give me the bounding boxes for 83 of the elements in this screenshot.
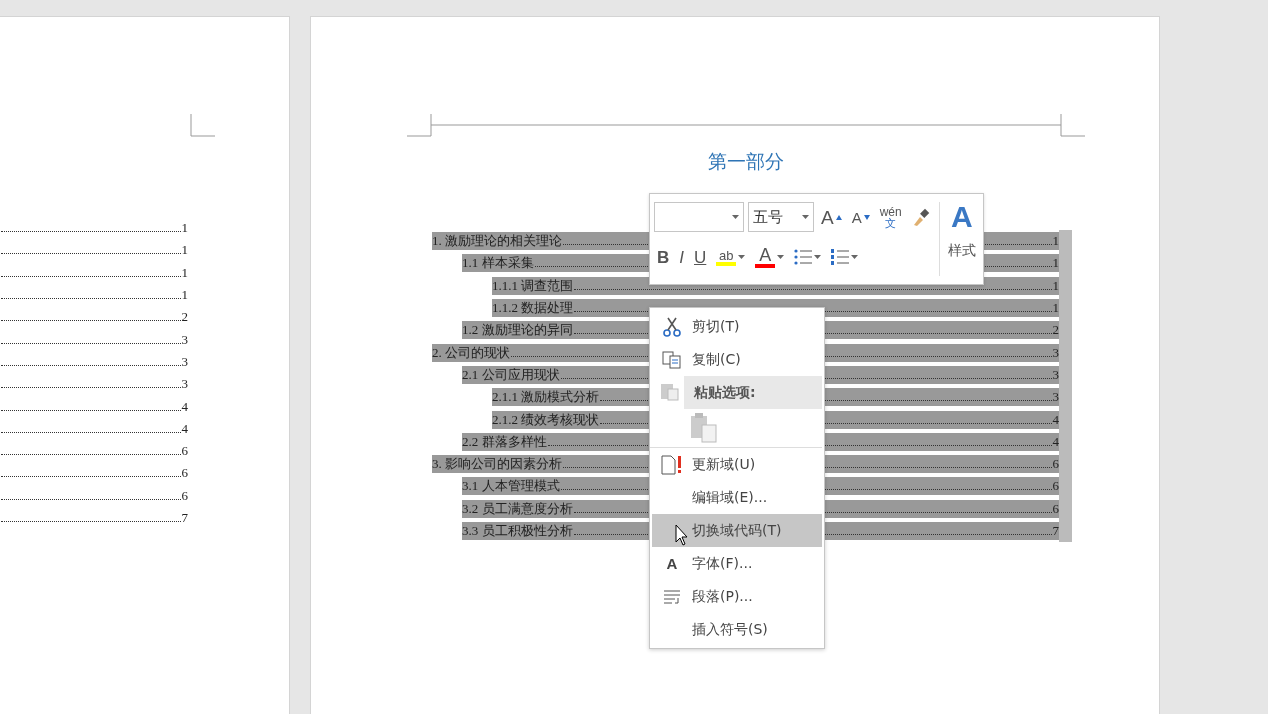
underline-button[interactable]: U (691, 242, 710, 272)
paste-keep-text-icon (690, 413, 720, 443)
toc-page-number: 1 (181, 219, 188, 238)
menu-item[interactable]: A 字体(F)... (652, 547, 822, 580)
toc-entry-title: 2.2 群落多样性 (462, 432, 547, 451)
dropdown-arrow-icon (738, 255, 746, 259)
caret-down-icon (863, 214, 870, 220)
paintbrush-icon (911, 207, 932, 227)
toc-page-number: 4 (181, 419, 188, 438)
toc-page-number: 3 (181, 375, 188, 394)
toc-page-number: 4 (181, 397, 188, 416)
toc-entry-title: 1. 激励理论的相关理论 (432, 232, 562, 251)
toc-page-number: 6 (1052, 477, 1059, 496)
toc-entry-title: 3.2 员工满意度分析 (462, 499, 573, 518)
toc-entry-title: 2.1.2 绩效考核现状 (492, 410, 600, 429)
highlight-button[interactable]: ab (713, 242, 749, 272)
font-size-field[interactable]: 五号 (748, 202, 814, 232)
scissors-icon (663, 316, 681, 337)
copy-icon (662, 350, 682, 369)
toc-page-number: 6 (181, 486, 188, 505)
menu-item[interactable]: 复制(C) (652, 343, 822, 376)
dropdown-arrow-icon (851, 255, 859, 259)
mouse-pointer-icon (675, 524, 689, 546)
font-icon: A (666, 556, 678, 571)
dropdown-arrow-icon (814, 255, 822, 259)
toc-page-number: 3 (181, 352, 188, 371)
toc-page-number: 7 (1052, 522, 1059, 540)
toc-entry-title: 2.1 公司应用现状 (462, 365, 560, 384)
toc-page-number: 3 (1052, 388, 1059, 407)
toc-page-number: 1 (1052, 232, 1059, 251)
clipboard-icon (660, 381, 680, 401)
shrink-font-button[interactable]: A (848, 202, 873, 232)
toc-entry-title: 3.1 人本管理模式 (462, 477, 560, 496)
styles-button[interactable]: A 样式 (938, 202, 984, 276)
italic-button[interactable]: I (676, 242, 687, 272)
toc-page-number: 1 (181, 263, 188, 282)
toc-page-number: 3 (181, 330, 188, 349)
toc-page-number: 1 (1052, 299, 1059, 318)
font-name-field[interactable] (654, 202, 744, 232)
toc-page-number: 2 (1052, 321, 1059, 340)
menu-item[interactable]: 插入符号(S) (652, 613, 822, 646)
toc-page-number: 7 (181, 509, 188, 527)
toc-entry-title: 1.2 激励理论的异同 (462, 321, 573, 340)
font-size-value: 五号 (753, 207, 783, 227)
dropdown-arrow-icon (802, 215, 809, 219)
toc-page-number: 4 (1052, 410, 1059, 429)
grow-font-button[interactable]: A (818, 202, 845, 232)
toc-page-number: 1 (1052, 254, 1059, 273)
bullet-list-icon (794, 248, 813, 266)
section-heading: 第一部分 (707, 149, 785, 173)
toc-page-number: 6 (181, 442, 188, 461)
toc-entry-title: 1.1 样本采集 (462, 254, 534, 273)
menu-item[interactable]: 编辑域(E)... (652, 481, 822, 514)
toc-page-number: 6 (181, 464, 188, 483)
dropdown-arrow-icon (732, 215, 739, 219)
toc-page-number: 1 (181, 241, 188, 260)
toc-page-number: 3 (1052, 343, 1059, 362)
toc-entry-title: 1.1.1 调查范围 (492, 276, 574, 295)
font-color-button[interactable]: A (752, 242, 788, 272)
toc-page-number: 2 (181, 308, 188, 327)
bold-button[interactable]: B (654, 242, 673, 272)
paragraph-icon (663, 587, 681, 606)
menu-item[interactable]: 切换域代码(T) (652, 514, 822, 547)
toc-page-number: 3 (1052, 365, 1059, 384)
phonetic-guide-button[interactable]: wén 文 (876, 202, 905, 232)
dropdown-arrow-icon (777, 255, 785, 259)
toc-entry-title: 3.3 员工积极性分析 (462, 522, 573, 540)
toc-entry-title: 3. 影响公司的因素分析 (432, 455, 562, 474)
toc-page-number: 1 (1052, 276, 1059, 295)
toc-entry-title: 2. 公司的现状 (432, 343, 510, 362)
document-alert-icon (661, 454, 683, 475)
toc-entry-title: 1.1.2 数据处理 (492, 299, 574, 318)
menu-item[interactable]: 段落(P)... (652, 580, 822, 613)
toc-page-number: 1 (181, 286, 188, 305)
toc-page-number: 6 (1052, 455, 1059, 474)
menu-item[interactable]: 更新域(U) (652, 448, 822, 481)
toc-page-number: 4 (1052, 432, 1059, 451)
numbered-list-icon (831, 248, 850, 266)
toc-page-number: 6 (1052, 499, 1059, 518)
toc-entry-title: 2.1.1 激励模式分析 (492, 388, 600, 407)
margin-corner-icon (190, 114, 215, 137)
caret-up-icon (835, 214, 842, 220)
menu-item[interactable]: 剪切(T) (652, 310, 822, 343)
